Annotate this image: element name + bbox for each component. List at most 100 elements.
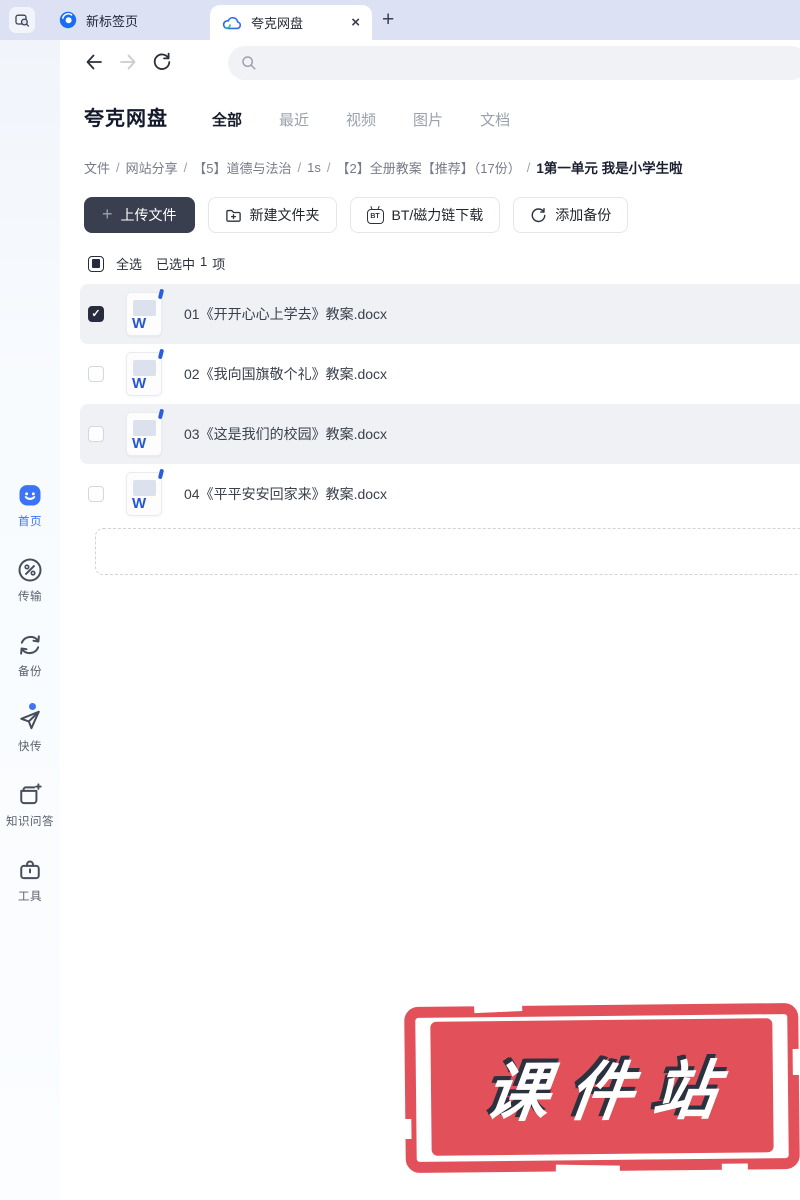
new-folder-label: 新建文件夹 [250, 205, 320, 225]
doc-band [133, 300, 156, 316]
browser-tab-newtab[interactable]: 新标签页 [59, 11, 138, 30]
sidebar-item-knowledge[interactable]: 知识问答 [6, 781, 54, 829]
file-checkbox[interactable] [88, 486, 104, 502]
search-input[interactable] [258, 46, 800, 80]
breadcrumb-separator: / [298, 160, 302, 175]
transfer-icon [16, 556, 44, 584]
home-smiley-icon [16, 481, 44, 509]
stamp-gap [402, 1119, 411, 1139]
tab-videos[interactable]: 视频 [346, 109, 376, 130]
select-all-label[interactable]: 全选 [116, 254, 142, 273]
sidebar-item-label: 备份 [18, 663, 42, 679]
breadcrumb-item[interactable]: 1s [307, 160, 321, 175]
tab-images[interactable]: 图片 [413, 109, 443, 130]
quark-logo-icon [59, 11, 77, 29]
tab-docs[interactable]: 文档 [480, 109, 510, 130]
sidebar-item-transfer[interactable]: 传输 [16, 556, 44, 604]
file-row[interactable]: W 01《开开心心上学去》教案.docx [80, 284, 800, 344]
browser-tab-quark-drive[interactable]: 夸克网盘 × [210, 5, 372, 40]
tab-all[interactable]: 全部 [212, 109, 242, 130]
sidebar-item-label: 首页 [18, 513, 42, 529]
file-list: W 01《开开心心上学去》教案.docx W 02《我向国旗敬个礼》教案.doc… [80, 284, 800, 524]
breadcrumb-item[interactable]: 【5】道德与法治 [193, 158, 291, 177]
doc-band [133, 420, 156, 436]
browser-tab-bar: 新标签页 夸克网盘 × + [0, 0, 800, 40]
file-name[interactable]: 01《开开心心上学去》教案.docx [184, 304, 387, 324]
file-checkbox[interactable] [88, 426, 104, 442]
doc-letter: W [132, 315, 146, 333]
file-checkbox[interactable] [88, 366, 104, 382]
breadcrumb-separator: / [184, 160, 188, 175]
doc-band [133, 360, 156, 376]
page-title: 夸克网盘 [84, 102, 168, 131]
word-doc-icon: W [126, 352, 162, 396]
cloud-drive-icon [222, 15, 242, 31]
tab-recent[interactable]: 最近 [279, 109, 309, 130]
doc-fold [158, 469, 164, 480]
add-backup-label: 添加备份 [555, 205, 611, 225]
selection-status: 已选中 1 项 [156, 254, 225, 273]
stamp-text: 课件站 [480, 1040, 744, 1135]
tab-label: 夸克网盘 [251, 13, 303, 32]
file-name[interactable]: 03《这是我们的校园》教案.docx [184, 424, 387, 444]
forward-icon [117, 51, 139, 73]
selected-count: 1 [200, 254, 207, 273]
sidebar-item-tools[interactable]: 工具 [16, 856, 44, 904]
add-backup-button[interactable]: 添加备份 [513, 197, 628, 233]
watermark-stamp: 课件站 [404, 1003, 800, 1173]
breadcrumb-separator: / [527, 160, 531, 175]
file-name[interactable]: 04《平平安安回家来》教案.docx [184, 484, 387, 504]
toolbox-icon [16, 856, 44, 884]
file-checkbox[interactable] [88, 306, 104, 322]
stamp-gap [793, 1049, 800, 1075]
sidebar-item-label: 工具 [18, 888, 42, 904]
action-toolbar: + 上传文件 新建文件夹 BT BT/磁力链下载 添加 [84, 197, 628, 233]
sidebar-item-label: 快传 [18, 738, 42, 754]
new-folder-button[interactable]: 新建文件夹 [208, 197, 337, 233]
tab-search-icon [14, 12, 30, 28]
sidebar-item-home[interactable]: 首页 [16, 481, 44, 529]
file-name[interactable]: 02《我向国旗敬个礼》教案.docx [184, 364, 387, 384]
stamp-inner: 课件站 [430, 1018, 773, 1156]
file-row[interactable]: W 04《平平安安回家来》教案.docx [80, 464, 800, 524]
folder-plus-icon [225, 207, 242, 224]
drop-area[interactable] [95, 528, 800, 575]
selection-bar: 全选 已选中 1 项 [88, 254, 225, 273]
backup-sync-icon [16, 631, 44, 659]
selected-unit: 项 [212, 254, 225, 273]
tab-search-button[interactable] [9, 7, 35, 33]
search-icon [240, 54, 258, 72]
breadcrumb-item[interactable]: 文件 [84, 158, 110, 177]
file-row[interactable]: W 02《我向国旗敬个礼》教案.docx [80, 344, 800, 404]
file-row[interactable]: W 03《这是我们的校园》教案.docx [80, 404, 800, 464]
sidebar-item-fast-transfer[interactable]: 快传 [16, 706, 44, 754]
app-sidebar: 首页 传输 备份 [0, 40, 60, 1200]
doc-fold [158, 409, 164, 420]
breadcrumb-item[interactable]: 网站分享 [126, 158, 178, 177]
bt-magnet-download-button[interactable]: BT BT/磁力链下载 [350, 197, 501, 233]
notification-dot [29, 703, 36, 710]
sidebar-item-label: 知识问答 [6, 813, 54, 829]
main-content: 夸克网盘 全部 最近 视频 图片 文档 文件 / 网站分享 / 【5】道德与法治… [60, 40, 800, 1200]
backup-circle-icon [530, 207, 547, 224]
back-icon[interactable] [83, 51, 105, 73]
select-all-checkbox[interactable] [88, 256, 104, 272]
doc-band [133, 480, 156, 496]
new-tab-button[interactable]: + [382, 8, 394, 32]
refresh-icon[interactable] [151, 51, 173, 73]
breadcrumb-current: 1第一单元 我是小学生啦 [536, 157, 682, 177]
sidebar-item-backup[interactable]: 备份 [16, 631, 44, 679]
breadcrumb: 文件 / 网站分享 / 【5】道德与法治 / 1s / 【2】全册教案【推荐】（… [84, 157, 790, 177]
upload-file-label: 上传文件 [121, 205, 177, 225]
upload-file-button[interactable]: + 上传文件 [84, 197, 195, 233]
address-search-bar[interactable] [228, 46, 800, 80]
stamp-gap [722, 1163, 748, 1172]
sidebar-item-label: 传输 [18, 588, 42, 604]
plus-icon: + [102, 205, 113, 223]
breadcrumb-item[interactable]: 【2】全册教案【推荐】（17份） [337, 158, 521, 177]
breadcrumb-separator: / [327, 160, 331, 175]
word-doc-icon: W [126, 412, 162, 456]
close-tab-icon[interactable]: × [351, 15, 360, 30]
bt-icon: BT [367, 209, 384, 224]
word-doc-icon: W [126, 292, 162, 336]
